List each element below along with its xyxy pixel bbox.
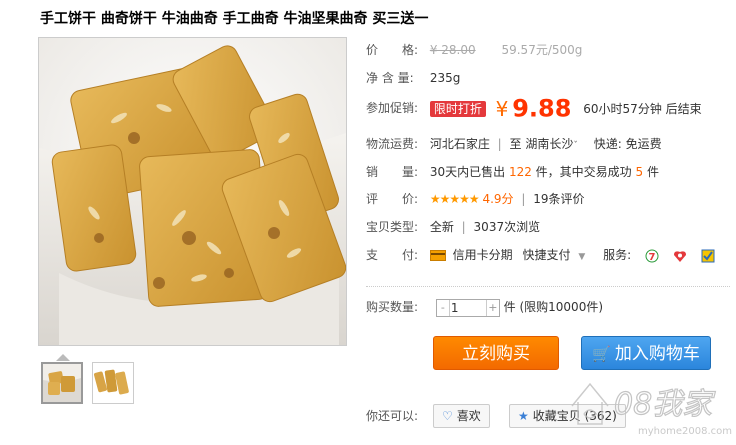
heart-icon: ♡: [442, 409, 453, 423]
net-weight-value: 235g: [429, 71, 461, 85]
payment-dropdown-icon[interactable]: ▼: [578, 252, 585, 262]
quantity-input[interactable]: [450, 299, 485, 316]
type-separator: |: [461, 220, 466, 234]
quantity-label: 购买数量:: [366, 300, 419, 314]
thumbnail-active-indicator: [56, 354, 70, 361]
payment-quick[interactable]: 快捷支付: [523, 248, 571, 262]
promotion-label: 参加促销:: [366, 101, 419, 115]
like-label: 喜欢: [456, 409, 481, 423]
quantity-limit: 件 (限购10000件): [503, 300, 604, 314]
site-watermark-logo: 08我家 myhome2008.com: [571, 382, 732, 437]
sales-prefix: 30天内已售出: [429, 165, 506, 179]
rating-score: 4.9分: [482, 192, 514, 206]
service-genuine-icon[interactable]: [701, 249, 715, 263]
credit-card-icon: [429, 250, 446, 261]
quantity-increase-button[interactable]: +: [485, 299, 499, 316]
service-7day-return-icon[interactable]: 7: [645, 249, 659, 263]
buy-now-button[interactable]: 立刻购买: [433, 336, 559, 370]
success-count: 5: [635, 165, 644, 179]
shipping-fee: 快递: 免运费: [593, 137, 662, 151]
flash-sale-badge: 限时打折: [429, 100, 486, 117]
sales-row: 销 量: 30天内已售出 122 件，其中交易成功 5 件: [366, 162, 659, 182]
product-title: 手工饼干 曲奇饼干 牛油曲奇 手工曲奇 牛油坚果曲奇 买三送一: [40, 11, 429, 27]
item-type: 全新: [429, 220, 454, 234]
item-type-label: 宝贝类型:: [366, 220, 419, 234]
original-price: ¥ 28.00: [429, 43, 476, 57]
chevron-down-icon: ˇ: [573, 141, 578, 151]
promo-price: 9.88: [512, 94, 572, 123]
quantity-row: 购买数量: - + 件 (限购10000件): [366, 297, 603, 317]
rating-row: 评 价: ★★★★★ 4.9分 | 19条评价: [366, 189, 585, 209]
net-weight-label: 净 含 量:: [366, 71, 414, 85]
currency-symbol: ¥: [495, 96, 509, 121]
ship-to-prefix: 至: [509, 137, 522, 151]
share-row: 你还可以:: [366, 406, 426, 426]
shipping-label: 物流运费:: [366, 137, 419, 151]
promotion-row: 参加促销: 限时打折 ¥ 9.88 60小时57分钟 后结束: [366, 94, 702, 123]
ship-to-selector[interactable]: 湖南长沙ˇ: [525, 137, 578, 151]
shipping-row: 物流运费: 河北石家庄 | 至 湖南长沙ˇ 快递: 免运费: [366, 134, 662, 154]
thumbnail-2[interactable]: [92, 362, 134, 404]
rating-separator: |: [521, 192, 526, 206]
like-button[interactable]: ♡ 喜欢: [433, 404, 490, 428]
ship-to: 湖南长沙: [525, 137, 574, 151]
share-label: 你还可以:: [366, 409, 419, 423]
section-divider: [366, 286, 730, 287]
svg-text:7: 7: [648, 252, 655, 263]
svg-text:myhome2008.com: myhome2008.com: [638, 426, 732, 437]
reviews-link[interactable]: 19条评价: [533, 192, 584, 206]
payment-label: 支 付:: [366, 248, 419, 262]
ship-from: 河北石家庄: [429, 137, 490, 151]
service-consumer-protection-icon[interactable]: [673, 249, 687, 263]
sold-count: 122: [508, 165, 532, 179]
services-label: 服务:: [603, 248, 632, 262]
star-rating-icon: ★★★★★: [429, 192, 480, 206]
price-label: 价 格:: [366, 43, 419, 57]
price-row: 价 格: ¥ 28.00 59.57元/500g: [366, 40, 582, 60]
payment-installment[interactable]: 信用卡分期: [453, 248, 513, 262]
star-icon: ★: [518, 409, 529, 423]
sales-suffix: 件: [646, 165, 659, 179]
item-type-row: 宝贝类型: 全新 | 3037次浏览: [366, 217, 540, 237]
net-weight-row: 净 含 量: 235g: [366, 68, 460, 88]
unit-price: 59.57元/500g: [501, 43, 583, 57]
ship-separator: |: [497, 137, 502, 151]
view-count: 3037次浏览: [473, 220, 541, 234]
svg-text:08我家: 08我家: [614, 387, 716, 422]
quantity-decrease-button[interactable]: -: [437, 299, 450, 316]
quantity-stepper: - +: [435, 298, 500, 317]
countdown-text: 60小时57分钟 后结束: [583, 101, 702, 116]
rating-label: 评 价:: [366, 192, 419, 206]
thumbnail-1[interactable]: [41, 362, 83, 404]
product-main-image: [38, 37, 347, 346]
sales-label: 销 量:: [366, 165, 419, 179]
sales-mid: 件，其中交易成功: [535, 165, 632, 179]
payment-row: 支 付: 信用卡分期 快捷支付 ▼ 服务: 7: [366, 245, 715, 265]
